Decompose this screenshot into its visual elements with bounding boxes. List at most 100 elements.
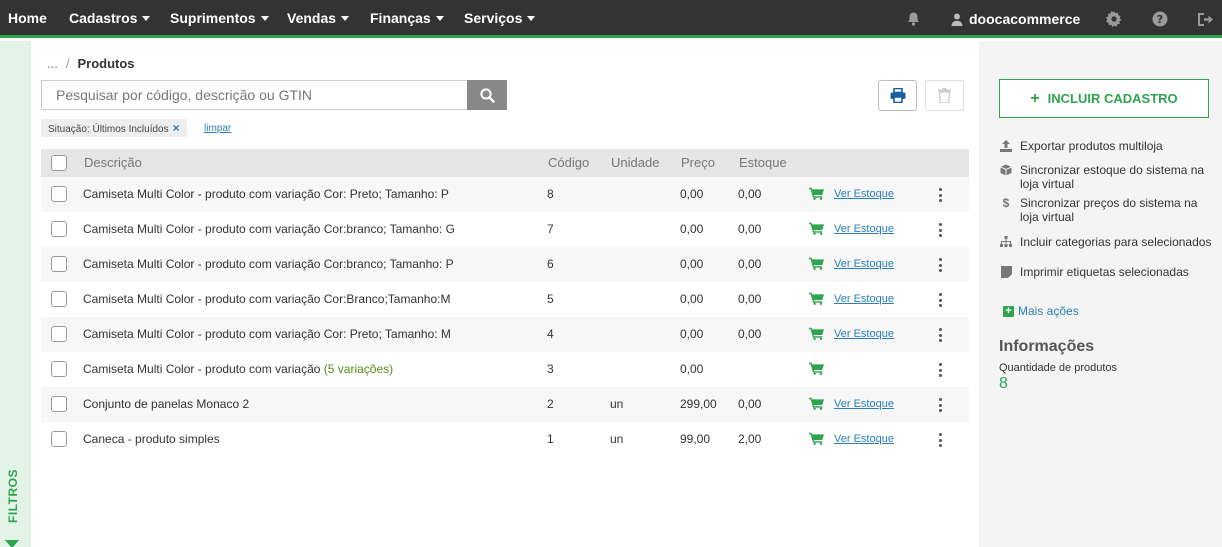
cell-codigo: 7 <box>547 222 554 236</box>
cell-descricao[interactable]: Conjunto de panelas Monaco 2 <box>83 387 249 422</box>
print-button[interactable] <box>878 80 917 111</box>
cell-preco: 0,00 <box>680 257 704 271</box>
remove-filter-icon[interactable]: × <box>173 121 180 135</box>
row-checkbox[interactable] <box>51 256 67 272</box>
shopping-cart-icon[interactable] <box>809 222 824 238</box>
cell-estoque: 0,00 <box>738 327 762 341</box>
action-exportar-multiloja[interactable]: Exportar produtos multiloja <box>999 139 1219 153</box>
ver-estoque-link[interactable]: Ver Estoque <box>834 282 894 317</box>
logout-icon[interactable] <box>1196 0 1214 38</box>
mais-acoes-label: Mais ações <box>1018 304 1079 318</box>
cell-descricao[interactable]: Camiseta Multi Color - produto com varia… <box>83 212 455 247</box>
table-row[interactable]: Camiseta Multi Color - produto com varia… <box>41 247 969 282</box>
row-menu-kebab-icon[interactable] <box>937 223 943 237</box>
nav-financas-label: Finanças <box>370 10 431 26</box>
variacoes-link[interactable]: (5 variações) <box>324 362 393 376</box>
nav-servicos[interactable]: Serviços <box>464 0 536 38</box>
nav-cadastros[interactable]: Cadastros <box>69 0 151 38</box>
row-menu-kebab-icon[interactable] <box>937 258 943 272</box>
action-label: Sincronizar estoque do sistema na loja v… <box>1020 163 1205 191</box>
filter-chip-label: Situação: Últimos Incluídos <box>48 124 169 135</box>
table-row[interactable]: Camiseta Multi Color - produto com varia… <box>41 212 969 247</box>
table-row[interactable]: Camiseta Multi Color - produto com varia… <box>41 317 969 352</box>
ver-estoque-link[interactable]: Ver Estoque <box>834 422 894 457</box>
nav-financas[interactable]: Finanças <box>370 0 444 38</box>
row-menu-kebab-icon[interactable] <box>937 328 943 342</box>
nav-vendas[interactable]: Vendas <box>287 0 350 38</box>
search-input[interactable] <box>42 81 468 109</box>
cell-estoque: 0,00 <box>738 187 762 201</box>
row-checkbox[interactable] <box>51 186 67 202</box>
cell-estoque: 2,00 <box>738 432 762 446</box>
cell-preco: 0,00 <box>680 362 704 376</box>
shopping-cart-icon[interactable] <box>809 292 824 308</box>
search-button[interactable] <box>467 80 507 110</box>
row-checkbox[interactable] <box>51 326 67 342</box>
row-menu-kebab-icon[interactable] <box>937 188 943 202</box>
cell-preco: 0,00 <box>680 222 704 236</box>
table-row[interactable]: Caneca - produto simples 1 un 99,00 2,00 Ver … <box>41 422 969 457</box>
row-menu-kebab-icon[interactable] <box>937 293 943 307</box>
products-table: Descrição Código Unidade Preço Estoque C… <box>41 149 969 457</box>
shopping-cart-icon[interactable] <box>809 187 824 203</box>
notifications-bell-icon[interactable] <box>905 0 921 38</box>
table-row[interactable]: Conjunto de panelas Monaco 2 2 un 299,00 0,0… <box>41 387 969 422</box>
row-checkbox[interactable] <box>51 361 67 377</box>
settings-gear-icon[interactable] <box>1105 0 1123 38</box>
shopping-cart-icon[interactable] <box>809 257 824 273</box>
ver-estoque-link[interactable]: Ver Estoque <box>834 177 894 212</box>
header-descricao[interactable]: Descrição <box>84 149 142 177</box>
mais-acoes-link[interactable]: + Mais ações <box>1003 304 1079 318</box>
row-menu-kebab-icon[interactable] <box>937 363 943 377</box>
shopping-cart-icon[interactable] <box>809 397 824 413</box>
row-checkbox[interactable] <box>51 221 67 237</box>
header-estoque[interactable]: Estoque <box>739 149 787 177</box>
trash-icon <box>938 88 951 103</box>
cell-descricao[interactable]: Camiseta Multi Color - produto com varia… <box>83 352 393 387</box>
nav-home[interactable]: Home <box>8 0 47 38</box>
user-icon <box>951 13 963 26</box>
header-unidade[interactable]: Unidade <box>611 149 659 177</box>
user-menu[interactable]: doocacommerce <box>951 0 1080 38</box>
cell-descricao[interactable]: Camiseta Multi Color - produto com varia… <box>83 317 451 352</box>
ver-estoque-link[interactable]: Ver Estoque <box>834 212 894 247</box>
filters-sidebar[interactable]: FILTROS <box>0 41 31 547</box>
table-row[interactable]: Camiseta Multi Color - produto com varia… <box>41 177 969 212</box>
action-sincronizar-precos[interactable]: $ Sincronizar preços do sistema na loja … <box>999 196 1219 224</box>
caret-down-icon <box>260 15 269 21</box>
ver-estoque-link[interactable]: Ver Estoque <box>834 317 894 352</box>
clear-filters-link[interactable]: limpar <box>204 123 231 134</box>
header-codigo[interactable]: Código <box>548 149 589 177</box>
descricao-text: Conjunto de panelas Monaco 2 <box>83 397 250 411</box>
row-checkbox[interactable] <box>51 291 67 307</box>
incluir-cadastro-button[interactable]: + INCLUIR CADASTRO <box>999 79 1209 118</box>
nav-suprimentos-label: Suprimentos <box>170 10 256 26</box>
cell-preco: 0,00 <box>680 327 704 341</box>
action-sincronizar-estoque[interactable]: Sincronizar estoque do sistema na loja v… <box>999 163 1219 191</box>
cell-descricao[interactable]: Camiseta Multi Color - produto com varia… <box>83 247 454 282</box>
table-row[interactable]: Camiseta Multi Color - produto com varia… <box>41 282 969 317</box>
cell-descricao[interactable]: Camiseta Multi Color - produto com varia… <box>83 177 449 212</box>
row-checkbox[interactable] <box>51 396 67 412</box>
row-checkbox[interactable] <box>51 431 67 447</box>
breadcrumb-ellipsis[interactable]: ... <box>47 56 58 71</box>
help-question-icon[interactable]: ? <box>1151 0 1169 38</box>
select-all-checkbox[interactable] <box>51 155 67 171</box>
ver-estoque-link[interactable]: Ver Estoque <box>834 247 894 282</box>
delete-button[interactable] <box>925 80 964 111</box>
shopping-cart-icon[interactable] <box>809 362 824 378</box>
ver-estoque-link[interactable]: Ver Estoque <box>834 387 894 422</box>
shopping-cart-icon[interactable] <box>809 327 824 343</box>
row-menu-kebab-icon[interactable] <box>937 433 943 447</box>
cell-codigo: 3 <box>547 362 554 376</box>
cell-descricao[interactable]: Camiseta Multi Color - produto com varia… <box>83 282 450 317</box>
row-menu-kebab-icon[interactable] <box>937 398 943 412</box>
action-imprimir-etiquetas[interactable]: Imprimir etiquetas selecionadas <box>999 265 1219 279</box>
shopping-cart-icon[interactable] <box>809 432 824 448</box>
header-preco[interactable]: Preço <box>681 149 715 177</box>
action-incluir-categorias[interactable]: Incluir categorias para selecionados <box>999 235 1219 249</box>
cell-descricao[interactable]: Caneca - produto simples <box>83 422 220 457</box>
nav-suprimentos[interactable]: Suprimentos <box>170 0 269 38</box>
table-row[interactable]: Camiseta Multi Color - produto com varia… <box>41 352 969 387</box>
table-body: Camiseta Multi Color - produto com varia… <box>41 177 969 457</box>
